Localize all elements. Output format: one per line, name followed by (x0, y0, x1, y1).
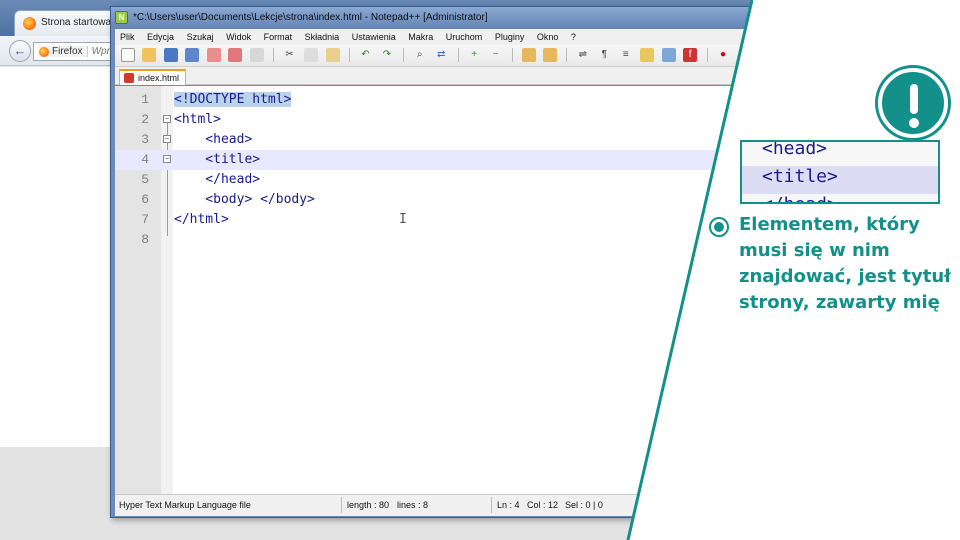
exclamation-dot (909, 118, 919, 128)
exclamation-icon (878, 68, 948, 138)
zoom-line-current: <title> (742, 166, 938, 194)
code-zoom-callout: <head> <title> </head> (740, 140, 940, 204)
exclamation-bar (910, 84, 918, 114)
zoom-line: </head> (742, 194, 938, 202)
bullet-icon (709, 217, 729, 237)
tip-text: Elementem, który musi się w nim znajdowa… (739, 214, 951, 313)
zoom-line: <head> (762, 140, 828, 159)
